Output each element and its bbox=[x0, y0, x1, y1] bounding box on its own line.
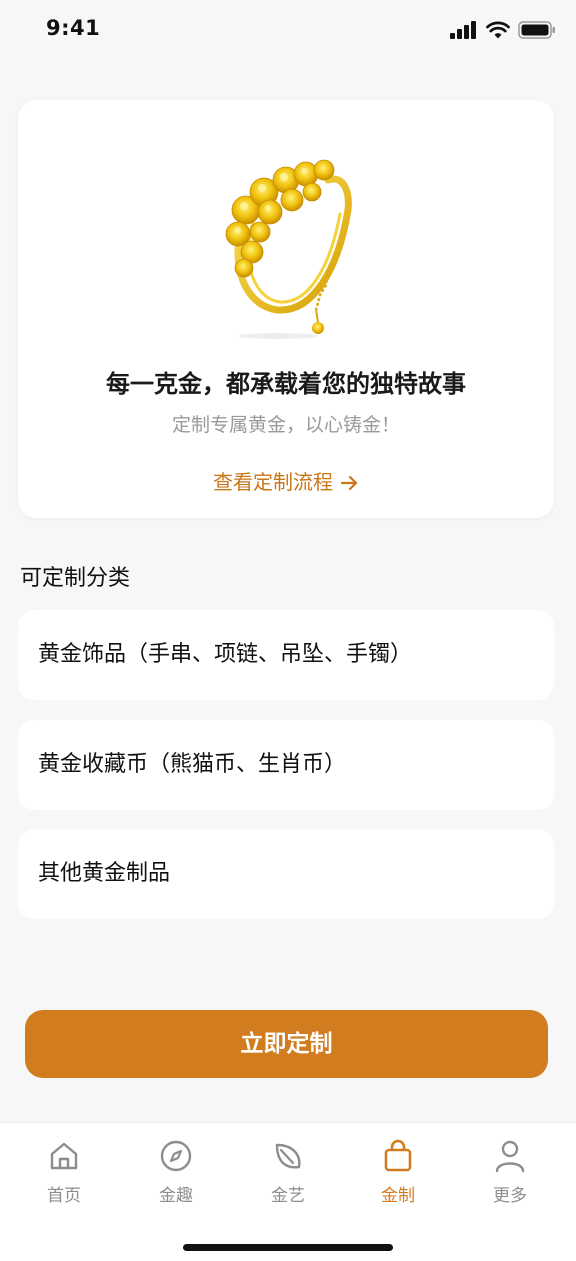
category-gold-coins[interactable]: 黄金收藏币（熊猫币、生肖币） bbox=[18, 720, 554, 810]
category-other-gold[interactable]: 其他黄金制品 bbox=[18, 829, 554, 919]
signal-icon bbox=[450, 21, 476, 39]
compass-icon bbox=[160, 1140, 192, 1172]
wifi-icon bbox=[486, 21, 510, 39]
tab-home[interactable]: 首页 bbox=[24, 1139, 104, 1206]
category-label: 其他黄金制品 bbox=[38, 861, 171, 886]
hero-headline: 每一克金，都承载着您的独特故事 bbox=[106, 370, 466, 398]
category-gold-jewelry[interactable]: 黄金饰品（手串、项链、吊坠、手镯） bbox=[18, 610, 554, 700]
home-icon bbox=[50, 1142, 78, 1170]
status-time: 9:41 bbox=[46, 16, 101, 40]
battery-icon bbox=[518, 21, 555, 39]
tab-more[interactable]: 更多 bbox=[470, 1139, 550, 1206]
hero-subtitle: 定制专属黄金，以心铸金！ bbox=[171, 414, 400, 436]
person-icon bbox=[495, 1140, 525, 1173]
gold-bracelet-image bbox=[225, 159, 352, 339]
view-process-link-label: 查看定制流程 bbox=[213, 470, 333, 494]
home-indicator bbox=[183, 1244, 393, 1251]
arrow-right-icon bbox=[340, 472, 359, 496]
tab-jinqu[interactable]: 金趣 bbox=[136, 1139, 216, 1206]
status-icons bbox=[450, 18, 556, 42]
category-label: 黄金收藏币（熊猫币、生肖币） bbox=[38, 752, 347, 777]
tab-label: 更多 bbox=[493, 1186, 527, 1206]
tab-label: 金制 bbox=[381, 1186, 415, 1206]
tab-jinzhi[interactable]: 金制 bbox=[358, 1139, 438, 1206]
hero-card: 每一克金，都承载着您的独特故事 定制专属黄金，以心铸金！ 查看定制流程 bbox=[18, 100, 554, 518]
tab-label: 金艺 bbox=[271, 1186, 305, 1206]
view-process-link[interactable]: 查看定制流程 bbox=[18, 466, 554, 496]
tab-jinyi[interactable]: 金艺 bbox=[248, 1139, 328, 1206]
tab-label: 首页 bbox=[47, 1186, 81, 1206]
categories-title: 可定制分类 bbox=[20, 566, 131, 591]
tab-bar: 首页 金趣 金艺 金制 更多 bbox=[0, 1122, 576, 1261]
status-bar: 9:41 bbox=[0, 0, 576, 60]
shopping-bag-icon bbox=[384, 1139, 412, 1172]
leaf-icon bbox=[275, 1143, 301, 1169]
customize-now-button[interactable]: 立即定制 bbox=[25, 1010, 548, 1078]
tab-label: 金趣 bbox=[159, 1186, 193, 1206]
category-label: 黄金饰品（手串、项链、吊坠、手镯） bbox=[38, 642, 413, 667]
